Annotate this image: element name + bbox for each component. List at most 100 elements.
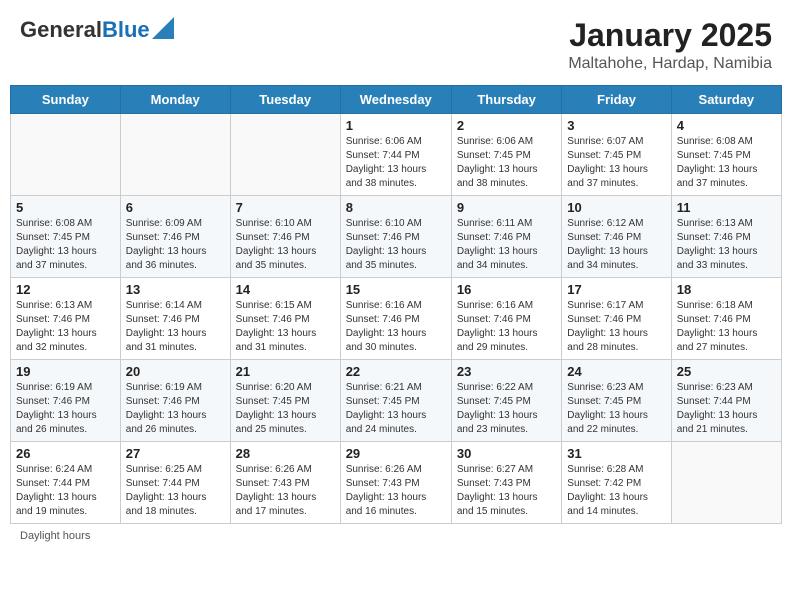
- page-container: GeneralBlue January 2025 Maltahohe, Hard…: [10, 10, 782, 544]
- day-number: 17: [567, 282, 665, 297]
- day-info: Sunrise: 6:28 AM Sunset: 7:42 PM Dayligh…: [567, 463, 665, 519]
- table-row: 7 Sunrise: 6:10 AM Sunset: 7:46 PM Daylig…: [230, 196, 340, 278]
- day-number: 10: [567, 200, 665, 215]
- day-number: 18: [677, 282, 776, 297]
- day-number: 13: [126, 282, 225, 297]
- day-info: Sunrise: 6:07 AM Sunset: 7:45 PM Dayligh…: [567, 135, 665, 191]
- table-row: 20 Sunrise: 6:19 AM Sunset: 7:46 PM Dayli…: [120, 360, 230, 442]
- table-row: 15Sunrise: 6:16 AM Sunset: 7:46 PM Dayli…: [340, 278, 451, 360]
- table-row: 21Sunrise: 6:20 AM Sunset: 7:45 PM Dayli…: [230, 360, 340, 442]
- day-number: 26: [16, 446, 115, 461]
- day-info: Sunrise: 6:15 AM Sunset: 7:46 PM Dayligh…: [236, 299, 335, 355]
- day-info: Sunrise: 6:08 AM Sunset: 7:45 PM Dayligh…: [16, 217, 115, 273]
- day-info: Sunrise: 6:18 AM Sunset: 7:46 PM Dayligh…: [677, 299, 776, 355]
- calendar-week-row: 12 Sunrise: 6:13 AM Sunset: 7:46 PM Dayli…: [11, 278, 782, 360]
- day-number: 3: [567, 118, 665, 133]
- day-number: 6: [126, 200, 225, 215]
- table-row: 9 Sunrise: 6:11 AM Sunset: 7:46 PM Daylig…: [451, 196, 561, 278]
- table-row: 25Sunrise: 6:23 AM Sunset: 7:44 PM Dayli…: [671, 360, 781, 442]
- day-number: 4: [677, 118, 776, 133]
- col-friday: Friday: [562, 86, 671, 114]
- day-info: Sunrise: 6:13 AM Sunset: 7:46 PM Dayligh…: [677, 217, 776, 273]
- table-row: 22 Sunrise: 6:21 AM Sunset: 7:45 PM Dayli…: [340, 360, 451, 442]
- day-number: 14: [236, 282, 335, 297]
- day-info: Sunrise: 6:13 AM Sunset: 7:46 PM Dayligh…: [16, 299, 115, 355]
- table-row: 1Sunrise: 6:06 AM Sunset: 7:44 PM Daylig…: [340, 114, 451, 196]
- day-info: Sunrise: 6:17 AM Sunset: 7:46 PM Dayligh…: [567, 299, 665, 355]
- calendar-week-row: 19Sunrise: 6:19 AM Sunset: 7:46 PM Dayli…: [11, 360, 782, 442]
- table-row: 3 Sunrise: 6:07 AM Sunset: 7:45 PM Daylig…: [562, 114, 671, 196]
- col-thursday: Thursday: [451, 86, 561, 114]
- calendar-week-row: 5 Sunrise: 6:08 AM Sunset: 7:45 PM Daylig…: [11, 196, 782, 278]
- day-info: Sunrise: 6:21 AM Sunset: 7:45 PM Dayligh…: [346, 381, 446, 437]
- table-row: 26 Sunrise: 6:24 AM Sunset: 7:44 PM Dayli…: [11, 442, 121, 524]
- logo-triangle-icon: [152, 17, 174, 39]
- day-number: 5: [16, 200, 115, 215]
- col-sunday: Sunday: [11, 86, 121, 114]
- calendar-week-row: 26 Sunrise: 6:24 AM Sunset: 7:44 PM Dayli…: [11, 442, 782, 524]
- table-row: 6 Sunrise: 6:09 AM Sunset: 7:46 PM Daylig…: [120, 196, 230, 278]
- logo: GeneralBlue: [20, 18, 174, 42]
- month-year-title: January 2025: [568, 18, 772, 53]
- table-row: 27Sunrise: 6:25 AM Sunset: 7:44 PM Dayli…: [120, 442, 230, 524]
- col-saturday: Saturday: [671, 86, 781, 114]
- day-info: Sunrise: 6:12 AM Sunset: 7:46 PM Dayligh…: [567, 217, 665, 273]
- day-info: Sunrise: 6:26 AM Sunset: 7:43 PM Dayligh…: [346, 463, 446, 519]
- table-row: [230, 114, 340, 196]
- logo-general: General: [20, 17, 102, 42]
- day-number: 7: [236, 200, 335, 215]
- day-info: Sunrise: 6:10 AM Sunset: 7:46 PM Dayligh…: [236, 217, 335, 273]
- day-number: 20: [126, 364, 225, 379]
- table-row: [671, 442, 781, 524]
- table-row: 12 Sunrise: 6:13 AM Sunset: 7:46 PM Dayli…: [11, 278, 121, 360]
- location-subtitle: Maltahohe, Hardap, Namibia: [568, 55, 772, 73]
- table-row: 17 Sunrise: 6:17 AM Sunset: 7:46 PM Dayli…: [562, 278, 671, 360]
- day-info: Sunrise: 6:24 AM Sunset: 7:44 PM Dayligh…: [16, 463, 115, 519]
- day-number: 9: [457, 200, 556, 215]
- day-number: 23: [457, 364, 556, 379]
- day-info: Sunrise: 6:08 AM Sunset: 7:45 PM Dayligh…: [677, 135, 776, 191]
- table-row: 23Sunrise: 6:22 AM Sunset: 7:45 PM Dayli…: [451, 360, 561, 442]
- day-info: Sunrise: 6:06 AM Sunset: 7:45 PM Dayligh…: [457, 135, 556, 191]
- footer-note: Daylight hours: [10, 524, 782, 544]
- table-row: 10 Sunrise: 6:12 AM Sunset: 7:46 PM Dayli…: [562, 196, 671, 278]
- day-info: Sunrise: 6:27 AM Sunset: 7:43 PM Dayligh…: [457, 463, 556, 519]
- day-number: 12: [16, 282, 115, 297]
- table-row: 30 Sunrise: 6:27 AM Sunset: 7:43 PM Dayli…: [451, 442, 561, 524]
- day-info: Sunrise: 6:16 AM Sunset: 7:46 PM Dayligh…: [346, 299, 446, 355]
- table-row: 16 Sunrise: 6:16 AM Sunset: 7:46 PM Dayli…: [451, 278, 561, 360]
- table-row: 13 Sunrise: 6:14 AM Sunset: 7:46 PM Dayli…: [120, 278, 230, 360]
- day-number: 1: [346, 118, 446, 133]
- table-row: 31 Sunrise: 6:28 AM Sunset: 7:42 PM Dayli…: [562, 442, 671, 524]
- calendar-week-row: 1Sunrise: 6:06 AM Sunset: 7:44 PM Daylig…: [11, 114, 782, 196]
- day-info: Sunrise: 6:10 AM Sunset: 7:46 PM Dayligh…: [346, 217, 446, 273]
- day-number: 21: [236, 364, 335, 379]
- logo-text: GeneralBlue: [20, 18, 150, 42]
- table-row: 29 Sunrise: 6:26 AM Sunset: 7:43 PM Dayli…: [340, 442, 451, 524]
- day-info: Sunrise: 6:14 AM Sunset: 7:46 PM Dayligh…: [126, 299, 225, 355]
- day-number: 30: [457, 446, 556, 461]
- table-row: 14 Sunrise: 6:15 AM Sunset: 7:46 PM Dayli…: [230, 278, 340, 360]
- day-info: Sunrise: 6:19 AM Sunset: 7:46 PM Dayligh…: [16, 381, 115, 437]
- title-area: January 2025 Maltahohe, Hardap, Namibia: [568, 18, 772, 73]
- col-tuesday: Tuesday: [230, 86, 340, 114]
- day-info: Sunrise: 6:19 AM Sunset: 7:46 PM Dayligh…: [126, 381, 225, 437]
- day-number: 16: [457, 282, 556, 297]
- logo-blue: Blue: [102, 17, 150, 42]
- table-row: 2Sunrise: 6:06 AM Sunset: 7:45 PM Daylig…: [451, 114, 561, 196]
- day-info: Sunrise: 6:09 AM Sunset: 7:46 PM Dayligh…: [126, 217, 225, 273]
- day-number: 8: [346, 200, 446, 215]
- day-info: Sunrise: 6:23 AM Sunset: 7:45 PM Dayligh…: [567, 381, 665, 437]
- page-header: GeneralBlue January 2025 Maltahohe, Hard…: [10, 10, 782, 85]
- day-number: 25: [677, 364, 776, 379]
- table-row: 5 Sunrise: 6:08 AM Sunset: 7:45 PM Daylig…: [11, 196, 121, 278]
- calendar-table: Sunday Monday Tuesday Wednesday Thursday…: [10, 85, 782, 524]
- col-wednesday: Wednesday: [340, 86, 451, 114]
- day-info: Sunrise: 6:16 AM Sunset: 7:46 PM Dayligh…: [457, 299, 556, 355]
- day-number: 29: [346, 446, 446, 461]
- col-monday: Monday: [120, 86, 230, 114]
- day-number: 11: [677, 200, 776, 215]
- day-info: Sunrise: 6:11 AM Sunset: 7:46 PM Dayligh…: [457, 217, 556, 273]
- day-number: 31: [567, 446, 665, 461]
- day-number: 22: [346, 364, 446, 379]
